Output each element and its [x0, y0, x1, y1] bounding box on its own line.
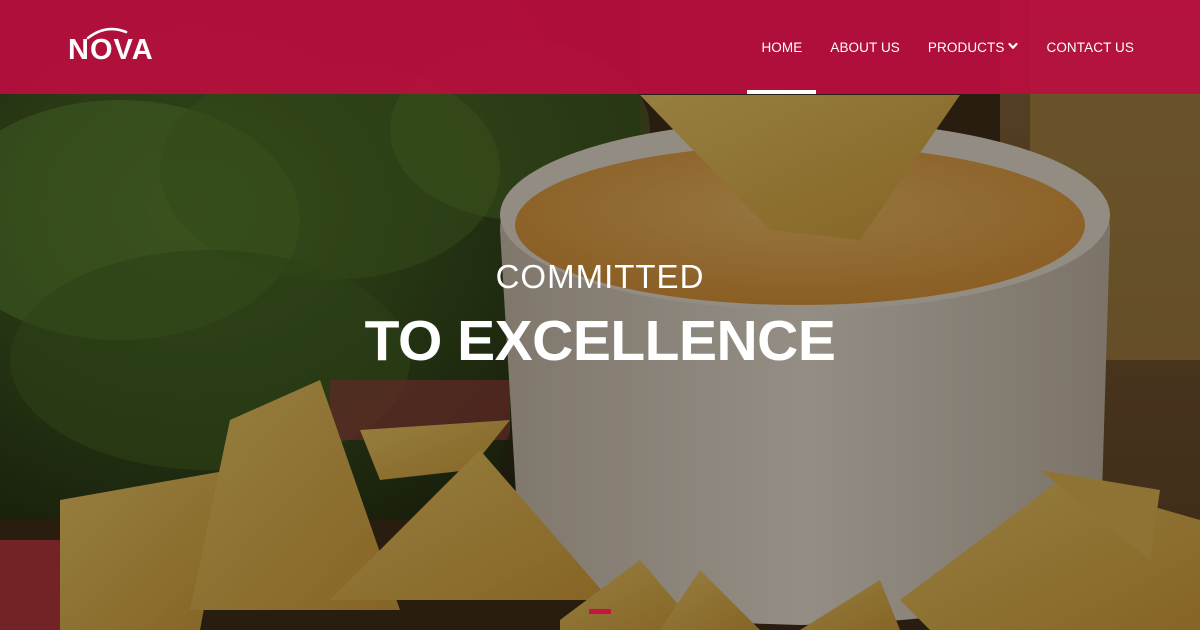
main-nav: HOME ABOUT US PRODUCTS CONTACT US: [747, 0, 1148, 94]
slider-indicator[interactable]: [589, 609, 611, 614]
nav-item-contact-us[interactable]: CONTACT US: [1032, 0, 1148, 94]
nav-item-products[interactable]: PRODUCTS: [914, 0, 1033, 94]
nav-item-label: HOME: [761, 39, 803, 55]
nav-item-label: CONTACT US: [1046, 39, 1134, 55]
nav-item-about-us[interactable]: ABOUT US: [816, 0, 914, 94]
nav-item-label: PRODUCTS: [927, 39, 1005, 55]
nav-item-label: ABOUT US: [830, 39, 900, 55]
hero-headline: COMMITTED TO EXCELLENCE: [0, 255, 1200, 373]
site-header: NOVA HOME ABOUT US PRODUCTS CONTACT US: [0, 0, 1200, 94]
hero-headline-line1: COMMITTED: [495, 258, 705, 295]
logo-text: NOVA: [68, 34, 154, 66]
chevron-down-icon: [1008, 41, 1019, 51]
nova-logo[interactable]: NOVA: [66, 24, 182, 68]
hero-headline-line2: TO EXCELLENCE: [364, 309, 836, 373]
nav-item-home[interactable]: HOME: [747, 0, 817, 94]
